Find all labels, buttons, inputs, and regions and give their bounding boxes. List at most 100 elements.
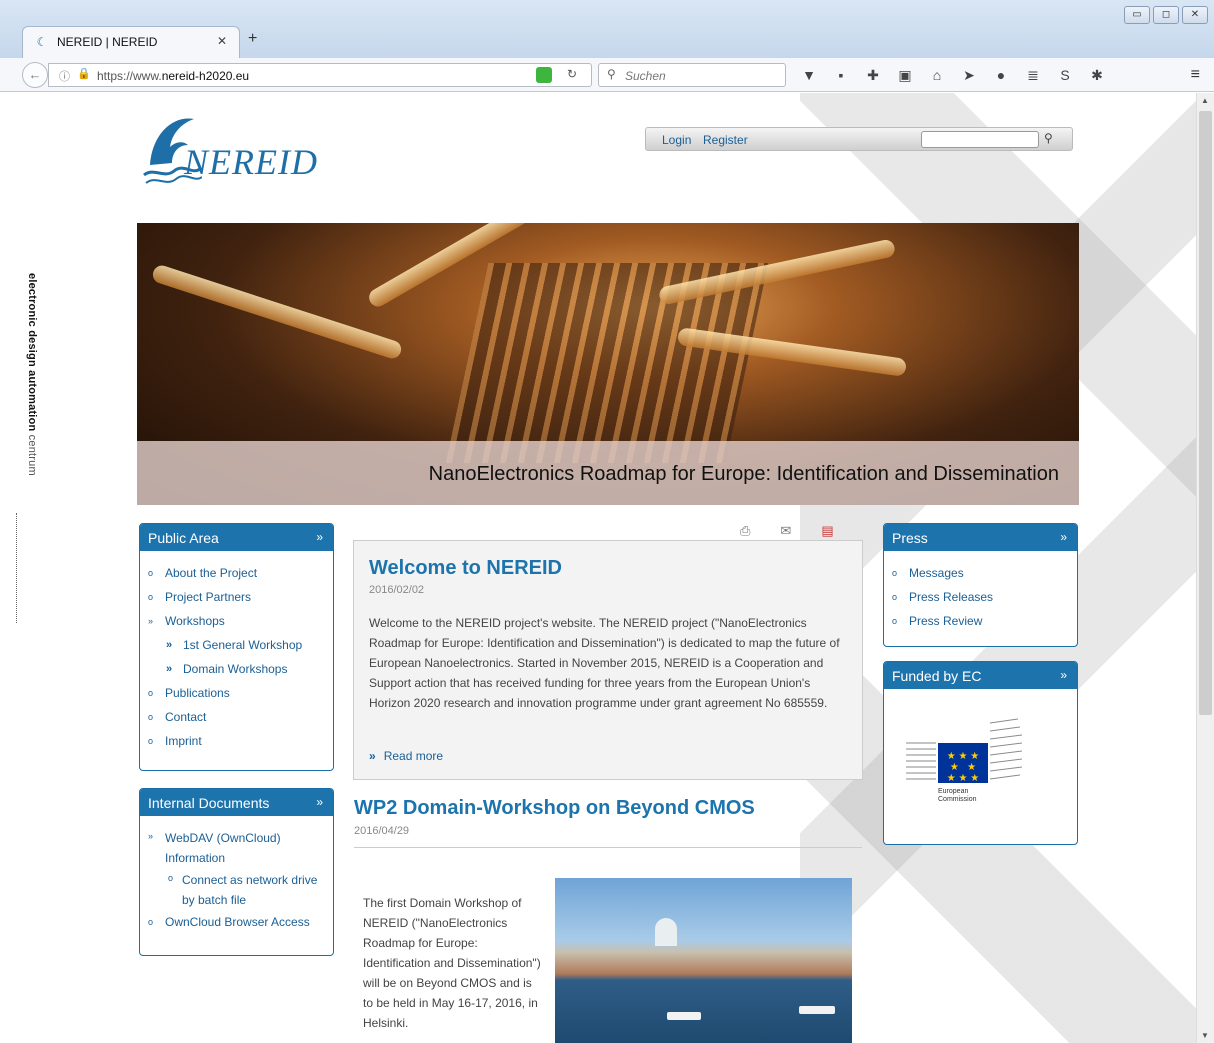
skype-icon[interactable]: S [1056,66,1074,84]
welcome-article: Welcome to NEREID 2016/02/02 Welcome to … [353,540,863,780]
scroll-down-icon[interactable]: ▼ [1201,1031,1209,1040]
logo-text: NEREID [184,142,318,182]
nav-press-releases[interactable]: o Press Releases [892,585,1077,609]
public-area-list: o About the Project o Project Partners » Wo… [140,551,333,759]
ec-label-line1: European [938,788,969,795]
nav-press-review[interactable]: o Press Review [892,609,1077,633]
nav-workshops[interactable]: » Workshops [148,609,333,633]
addon-gear-icon[interactable]: ✱ [1088,66,1106,84]
chevron-down-icon[interactable]: » [1060,668,1067,682]
expanded-icon: » [148,831,154,841]
nav-connect-network-drive[interactable]: o Connect as network drive by batch file [148,868,333,910]
page-scrollbar[interactable]: ▲ ▼ [1196,93,1214,1043]
url-prefix: https://www. [97,69,162,83]
nav-label: Messages [909,566,964,580]
ec-label-line2: Commission [938,796,977,803]
article-title[interactable]: Welcome to NEREID [369,557,562,580]
close-window-button[interactable]: ✕ [1182,6,1208,24]
european-commission-logo[interactable]: ★ ★ ★ ★ ★ ★ ★ ★ European Commission [906,713,1026,817]
search-placeholder: Suchen [625,69,666,83]
home-icon[interactable]: ⌂ [928,66,946,84]
browser-search-input[interactable]: ⚲ Suchen [598,63,786,87]
site-favicon-icon: ☾ [36,35,48,49]
bullet-icon: o [892,592,898,602]
pdf-icon[interactable]: ▤ [821,523,833,539]
addon-red-icon[interactable]: ✚ [864,66,882,84]
back-button[interactable]: ← [22,62,48,88]
url-bar[interactable]: ⓘ 🔒 https://www.nereid-h2020.eu ↻ [48,63,592,87]
close-tab-icon[interactable]: ✕ [217,34,227,48]
extension-icon[interactable] [536,67,552,83]
site-search-input[interactable] [921,131,1039,148]
email-icon[interactable]: ✉ [780,523,791,539]
new-tab-icon[interactable]: + [248,30,257,48]
reload-icon[interactable]: ↻ [567,67,577,81]
eu-flag-icon: ★ ★ ★ ★ ★ ★ ★ ★ [938,743,988,784]
minimize-button[interactable]: ▭ [1124,6,1150,24]
hero-probe [150,263,404,361]
public-area-header[interactable]: Public Area » [140,524,333,551]
chat-icon[interactable]: ● [992,66,1010,84]
nav-about-project[interactable]: o About the Project [148,561,333,585]
reader-icon[interactable]: ≣ [1024,66,1042,84]
login-link[interactable]: Login [662,133,691,147]
nav-label: Project Partners [165,590,252,604]
bullet-icon: o [892,616,898,626]
nav-publications[interactable]: o Publications [148,681,333,705]
chevron-down-icon[interactable]: » [1060,530,1067,544]
menu-icon[interactable]: ≡ [1191,66,1200,84]
save-icon[interactable]: ▪ [832,66,850,84]
cathedral-dome [655,918,677,946]
maximize-button[interactable]: ◻ [1153,6,1179,24]
top-user-bar: Login Register ⚲ [645,127,1073,151]
nav-imprint[interactable]: o Imprint [148,729,333,753]
funded-header[interactable]: Funded by EC » [884,662,1077,689]
nav-messages[interactable]: o Messages [892,561,1077,585]
print-icon[interactable]: ⎙ [740,523,750,539]
workshop-article-title[interactable]: WP2 Domain-Workshop on Beyond CMOS [354,797,755,820]
nav-contact[interactable]: o Contact [148,705,333,729]
window-controls: ▭ ◻ ✕ [1124,6,1208,24]
nav-webdav-info[interactable]: » WebDAV (OwnCloud) Information [148,826,333,868]
info-icon[interactable]: ⓘ [59,68,70,84]
read-more-link[interactable]: » Read more [369,749,443,763]
press-list: o Messages o Press Releases o Press Review [884,551,1077,639]
nav-1st-general-workshop[interactable]: » 1st General Workshop [148,633,333,657]
helsinki-photo [555,878,852,1043]
press-panel: Press » o Messages o Press Releases o Press … [883,523,1078,647]
send-icon[interactable]: ➤ [960,66,978,84]
internal-documents-header[interactable]: Internal Documents » [140,789,333,816]
chevron-down-icon[interactable]: » [316,795,323,809]
site-search-icon[interactable]: ⚲ [1044,131,1053,145]
web-page: electronic design automation centrum NER… [0,93,1196,1043]
ec-label: European Commission [938,788,977,804]
toolbar-icons: ▼ ▪ ✚ ▣ ⌂ ➤ ● ≣ S ✱ [800,66,1106,84]
hero-caption: NanoElectronics Roadmap for Europe: Iden… [428,463,1059,485]
side-label: electronic design automation centrum [26,273,38,476]
lock-icon[interactable]: 🔒 [77,67,91,80]
chevron-down-icon[interactable]: » [316,530,323,544]
nereid-logo[interactable]: NEREID [142,105,332,187]
nav-label: Contact [165,710,207,724]
register-link[interactable]: Register [703,133,748,147]
bullet-icon: o [148,592,154,602]
scrollbar-thumb[interactable] [1199,111,1212,715]
hero-banner: NanoElectronics Roadmap for Europe: Iden… [137,223,1079,505]
bullet-icon: o [148,688,154,698]
press-header[interactable]: Press » [884,524,1077,551]
nav-label: Connect as network drive by batch file [182,873,318,907]
nav-project-partners[interactable]: o Project Partners [148,585,333,609]
nav-domain-workshops[interactable]: » Domain Workshops [148,657,333,681]
nav-owncloud-browser[interactable]: o OwnCloud Browser Access [148,910,333,934]
pocket-icon[interactable]: ▼ [800,66,818,84]
side-label-bold: electronic design automation [26,273,38,432]
browser-tab[interactable]: ☾ NEREID | NEREID ✕ [22,26,240,58]
divider [354,847,862,848]
eu-stars-icon: ★ ★ ★ ★ ★ ★ ★ ★ [946,751,980,784]
arrow-icon: » [166,639,173,651]
scroll-up-icon[interactable]: ▲ [1201,96,1209,105]
addon-screenshot-icon[interactable]: ▣ [896,66,914,84]
nav-label: OwnCloud Browser Access [165,915,310,929]
public-area-panel: Public Area » o About the Project o Project… [139,523,334,771]
public-area-title: Public Area [148,530,219,546]
